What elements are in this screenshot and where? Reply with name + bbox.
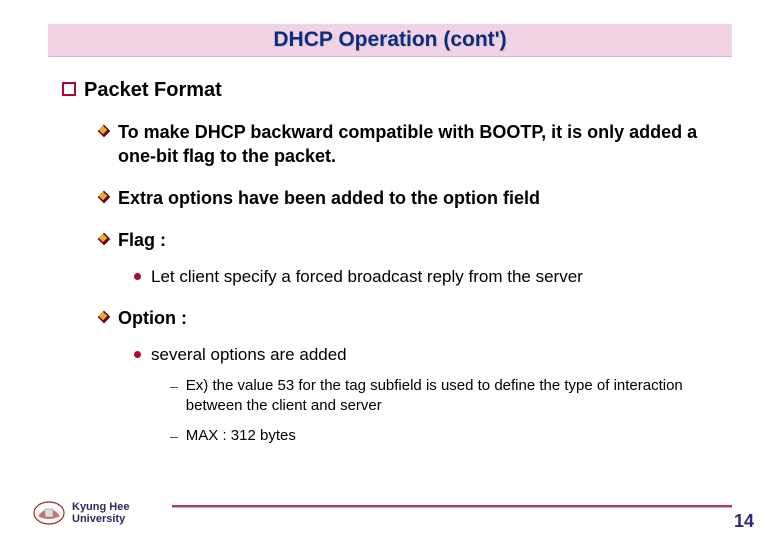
footer-line2: University bbox=[72, 513, 125, 525]
lvl2-text: Option : bbox=[118, 306, 187, 330]
university-logo-icon bbox=[32, 500, 66, 526]
bullet-lvl2: To make DHCP backward compatible with BO… bbox=[98, 120, 722, 168]
slide: DHCP Operation (cont') Packet Format To … bbox=[0, 0, 780, 540]
diamond-bullet-icon bbox=[98, 191, 110, 203]
lvl4-text: MAX : 312 bytes bbox=[186, 426, 296, 446]
bullet-lvl2: Extra options have been added to the opt… bbox=[98, 186, 722, 210]
footer-divider bbox=[172, 505, 732, 508]
lvl2-text: Extra options have been added to the opt… bbox=[118, 186, 540, 210]
dot-bullet-icon bbox=[134, 351, 141, 358]
square-bullet-icon bbox=[62, 82, 76, 96]
lvl3-text: several options are added bbox=[151, 344, 347, 366]
page-number: 14 bbox=[734, 511, 754, 532]
lvl3-text: Let client specify a forced broadcast re… bbox=[151, 266, 583, 288]
dash-bullet-icon: – bbox=[170, 376, 178, 396]
bullet-lvl4: – Ex) the value 53 for the tag subfield … bbox=[170, 376, 722, 416]
footer-line1: Kyung Hee bbox=[72, 501, 129, 513]
dash-bullet-icon: – bbox=[170, 426, 178, 446]
title-bar: DHCP Operation (cont') bbox=[48, 24, 732, 57]
diamond-bullet-icon bbox=[98, 233, 110, 245]
footer-text: Kyung Hee University bbox=[72, 501, 129, 525]
diamond-bullet-icon bbox=[98, 311, 110, 323]
bullet-lvl4: – MAX : 312 bytes bbox=[170, 426, 722, 446]
lvl4-text: Ex) the value 53 for the tag subfield is… bbox=[186, 376, 722, 416]
lvl2-text: Flag : bbox=[118, 228, 166, 252]
bullet-lvl1: Packet Format bbox=[62, 78, 722, 102]
bullet-lvl2: Option : bbox=[98, 306, 722, 330]
bullet-lvl3: several options are added bbox=[134, 344, 722, 366]
bullet-lvl2: Flag : bbox=[98, 228, 722, 252]
dot-bullet-icon bbox=[134, 273, 141, 280]
diamond-bullet-icon bbox=[98, 125, 110, 137]
footer: Kyung Hee University bbox=[32, 500, 129, 526]
content-area: Packet Format To make DHCP backward comp… bbox=[62, 78, 722, 446]
lvl1-text: Packet Format bbox=[84, 78, 222, 102]
bullet-lvl3: Let client specify a forced broadcast re… bbox=[134, 266, 722, 288]
slide-title: DHCP Operation (cont') bbox=[273, 28, 506, 52]
lvl2-text: To make DHCP backward compatible with BO… bbox=[118, 120, 722, 168]
